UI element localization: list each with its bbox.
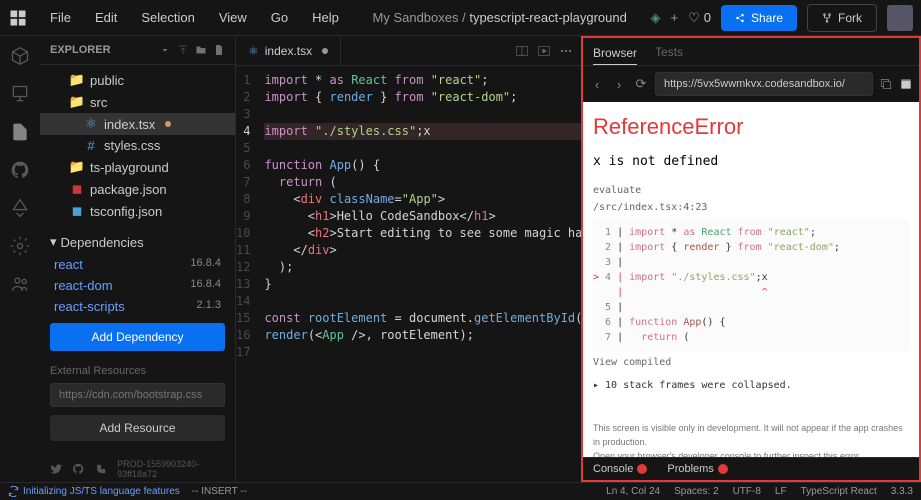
modified-indicator [165,121,171,127]
fork-button[interactable]: Fork [807,4,877,32]
css-file-icon: # [84,138,98,153]
page-title: My Sandboxes / typescript-react-playgrou… [349,10,651,25]
sync-icon[interactable] [8,486,19,497]
react-file-icon: ⚛ [248,44,259,58]
dep-react-scripts[interactable]: react-scripts2.1.3 [40,296,235,317]
live-icon[interactable] [10,274,30,294]
menu-file[interactable]: File [40,6,81,29]
dep-react[interactable]: react16.8.4 [40,254,235,275]
menu-edit[interactable]: Edit [85,6,127,29]
file-styles-css[interactable]: #styles.css [40,135,235,156]
folder-icon: 📁 [70,159,84,175]
copy-icon[interactable] [879,77,893,91]
status-init: Initializing JS/TS language features [23,486,180,497]
folder-icon: 📁 [70,72,84,88]
error-title: ReferenceError [593,114,909,140]
download-icon[interactable] [159,44,171,56]
nav-forward-icon[interactable]: › [611,77,627,92]
github-footer-icon[interactable] [72,462,84,476]
file-tsconfig-json[interactable]: ◼tsconfig.json [40,200,235,222]
status-language[interactable]: TypeScript React [801,486,877,497]
error-location: /src/index.tsx:4:23 [593,202,909,213]
menu-help[interactable]: Help [302,6,349,29]
error-evaluate-label: evaluate [593,185,909,196]
gear-icon[interactable] [10,236,30,256]
error-message: x is not defined [593,154,909,169]
open-window-icon[interactable] [899,77,913,91]
npm-file-icon: ◼ [70,181,84,197]
status-mode: -- INSERT -- [192,486,247,497]
likes-count[interactable]: ♡0 [688,10,711,26]
folder-icon: 📁 [70,94,84,110]
folder-src[interactable]: 📁src [40,91,235,113]
add-resource-button[interactable]: Add Resource [50,415,225,441]
more-icon[interactable] [559,44,573,58]
status-spaces[interactable]: Spaces: 2 [674,486,718,497]
status-cursor[interactable]: Ln 4, Col 24 [606,486,660,497]
error-code-frame: 1 | import * as React from "react"; 2 | … [593,219,909,351]
add-dependency-button[interactable]: Add Dependency [50,323,225,351]
nav-back-icon[interactable]: ‹ [589,77,605,92]
new-folder-icon[interactable] [195,44,207,56]
tab-index-tsx[interactable]: ⚛ index.tsx [236,36,341,65]
external-resources-label: External Resources [40,357,235,381]
react-file-icon: ⚛ [84,116,98,132]
avatar[interactable] [887,5,913,31]
app-logo[interactable] [8,8,28,28]
preview-icon[interactable] [537,44,551,58]
new-file-icon[interactable] [213,44,225,56]
upload-icon[interactable] [177,44,189,56]
menu-view[interactable]: View [209,6,257,29]
external-resource-input[interactable] [50,383,225,407]
status-encoding[interactable]: UTF-8 [733,486,761,497]
status-eol[interactable]: LF [775,486,787,497]
share-button[interactable]: Share [721,5,797,31]
folder-public[interactable]: 📁public [40,69,235,91]
cube-icon[interactable] [10,46,30,66]
file-icon[interactable] [10,122,30,142]
spectrum-icon[interactable] [95,462,107,476]
reload-icon[interactable]: ⟳ [633,76,649,92]
github-icon[interactable] [10,160,30,180]
heart-icon: ♡ [688,10,700,26]
collapsed-frames[interactable]: ▸ 10 stack frames were collapsed. [593,380,909,391]
chevron-down-icon: ▾ [50,234,57,250]
line-gutter: 1234567891011121314151617 [236,66,264,482]
url-input[interactable] [655,72,873,96]
build-id: PROD-1559903240-93ff18a72 [117,459,225,479]
menu-go[interactable]: Go [261,6,298,29]
error-help-text: This screen is visible only in developme… [593,421,909,457]
code-editor[interactable]: 1234567891011121314151617 import * as Re… [236,66,581,482]
menu-selection[interactable]: Selection [131,6,204,29]
file-package-json[interactable]: ◼package.json [40,178,235,200]
tab-browser[interactable]: Browser [593,46,637,65]
file-index-tsx[interactable]: ⚛index.tsx [40,113,235,135]
ts-file-icon: ◼ [70,203,84,219]
error-badge [637,464,647,474]
view-compiled-link[interactable]: View compiled [593,357,909,368]
problems-tab[interactable]: Problems [667,463,727,475]
folder-ts-playground[interactable]: 📁ts-playground [40,156,235,178]
dep-react-dom[interactable]: react-dom16.8.4 [40,275,235,296]
modified-indicator [322,48,328,54]
code-content: import * as React from "react"; import {… [264,66,581,482]
configuration-icon[interactable] [10,84,30,104]
deploy-icon[interactable] [10,198,30,218]
split-editor-icon[interactable] [515,44,529,58]
error-badge [718,464,728,474]
console-tab[interactable]: Console [593,463,647,475]
status-ts-version[interactable]: 3.3.3 [891,486,913,497]
deps-toggle[interactable]: ▾Dependencies [40,230,235,254]
twitter-icon[interactable] [50,462,62,476]
plus-icon[interactable]: + [670,10,678,25]
tab-tests[interactable]: Tests [655,45,683,59]
sidebar-title: EXPLORER [50,44,111,56]
diamond-icon[interactable]: ◈ [650,10,660,26]
